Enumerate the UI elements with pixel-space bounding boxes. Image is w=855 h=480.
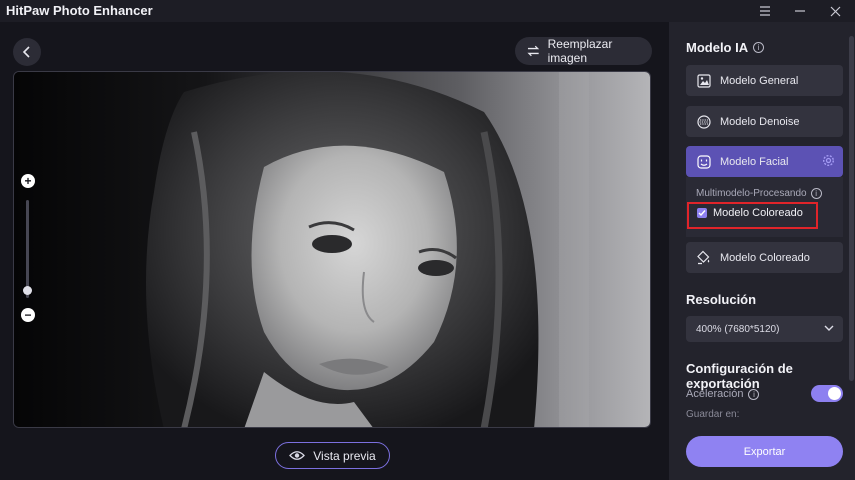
acceleration-label: Aceleración i (686, 388, 760, 400)
eye-icon (289, 451, 306, 460)
zoom-out-button[interactable]: − (21, 308, 35, 322)
preview-button[interactable]: Vista previa (275, 442, 390, 469)
menu-icon[interactable] (750, 0, 780, 22)
resolution-select[interactable]: 400% (7680*5120) (686, 316, 843, 342)
info-icon[interactable]: i (748, 388, 760, 400)
app-title: HitPaw Photo Enhancer (6, 3, 153, 18)
sidebar-scrollbar[interactable] (849, 36, 854, 381)
model-colorize-label: Modelo Coloreado (720, 251, 810, 264)
preview-label: Vista previa (313, 448, 376, 463)
model-denoise-label: Modelo Denoise (720, 115, 800, 128)
checkbox-checked[interactable] (697, 208, 707, 218)
model-facial-label: Modelo Facial (720, 155, 789, 168)
resolution-title: Resolución (686, 292, 756, 307)
multimodel-label-text: Multimodelo-Procesando (696, 188, 807, 199)
close-icon[interactable] (820, 0, 850, 22)
colorize-checkbox-row[interactable]: Modelo Coloreado (697, 207, 803, 219)
chevron-down-icon (824, 324, 834, 335)
swap-icon (527, 45, 540, 57)
model-denoise-button[interactable]: Modelo Denoise (686, 106, 843, 137)
save-to-label: Guardar en: (686, 409, 740, 418)
image-icon (696, 73, 711, 88)
ai-model-title-text: Modelo IA (686, 40, 749, 55)
face-icon (696, 154, 711, 169)
model-facial-button[interactable]: Modelo Facial (686, 146, 843, 177)
back-button[interactable] (13, 38, 41, 66)
denoise-icon (696, 114, 711, 129)
model-colorize-button[interactable]: Modelo Coloreado (686, 242, 843, 273)
acceleration-label-text: Aceleración (686, 388, 744, 400)
info-icon[interactable]: i (753, 42, 765, 53)
zoom-slider[interactable] (26, 200, 29, 298)
zoom-slider-handle[interactable] (23, 286, 32, 295)
portrait-image (14, 72, 650, 427)
zoom-in-button[interactable]: + (21, 174, 35, 188)
model-general-button[interactable]: Modelo General (686, 65, 843, 96)
toggle-knob (828, 387, 841, 400)
title-bar: HitPaw Photo Enhancer (0, 0, 855, 22)
info-icon[interactable]: i (810, 188, 822, 199)
acceleration-toggle[interactable] (811, 385, 843, 402)
model-general-label: Modelo General (720, 74, 799, 87)
colorize-checkbox-label: Modelo Coloreado (713, 207, 803, 219)
replace-image-button[interactable]: Reemplazar imagen (515, 37, 652, 65)
resolution-value: 400% (7680*5120) (696, 323, 780, 335)
chevron-left-icon (22, 46, 30, 58)
replace-image-label: Reemplazar imagen (547, 37, 613, 65)
photo-preview (13, 71, 651, 428)
export-button[interactable]: Exportar (686, 436, 843, 467)
minimize-icon[interactable] (785, 0, 815, 22)
resolution-title-text: Resolución (686, 292, 757, 307)
check-icon (698, 210, 706, 217)
gear-icon[interactable] (822, 154, 835, 170)
multimodel-label: Multimodelo-Procesando i (696, 188, 822, 199)
ai-model-title: Modelo IA i (686, 40, 765, 55)
paint-bucket-icon (696, 250, 711, 265)
